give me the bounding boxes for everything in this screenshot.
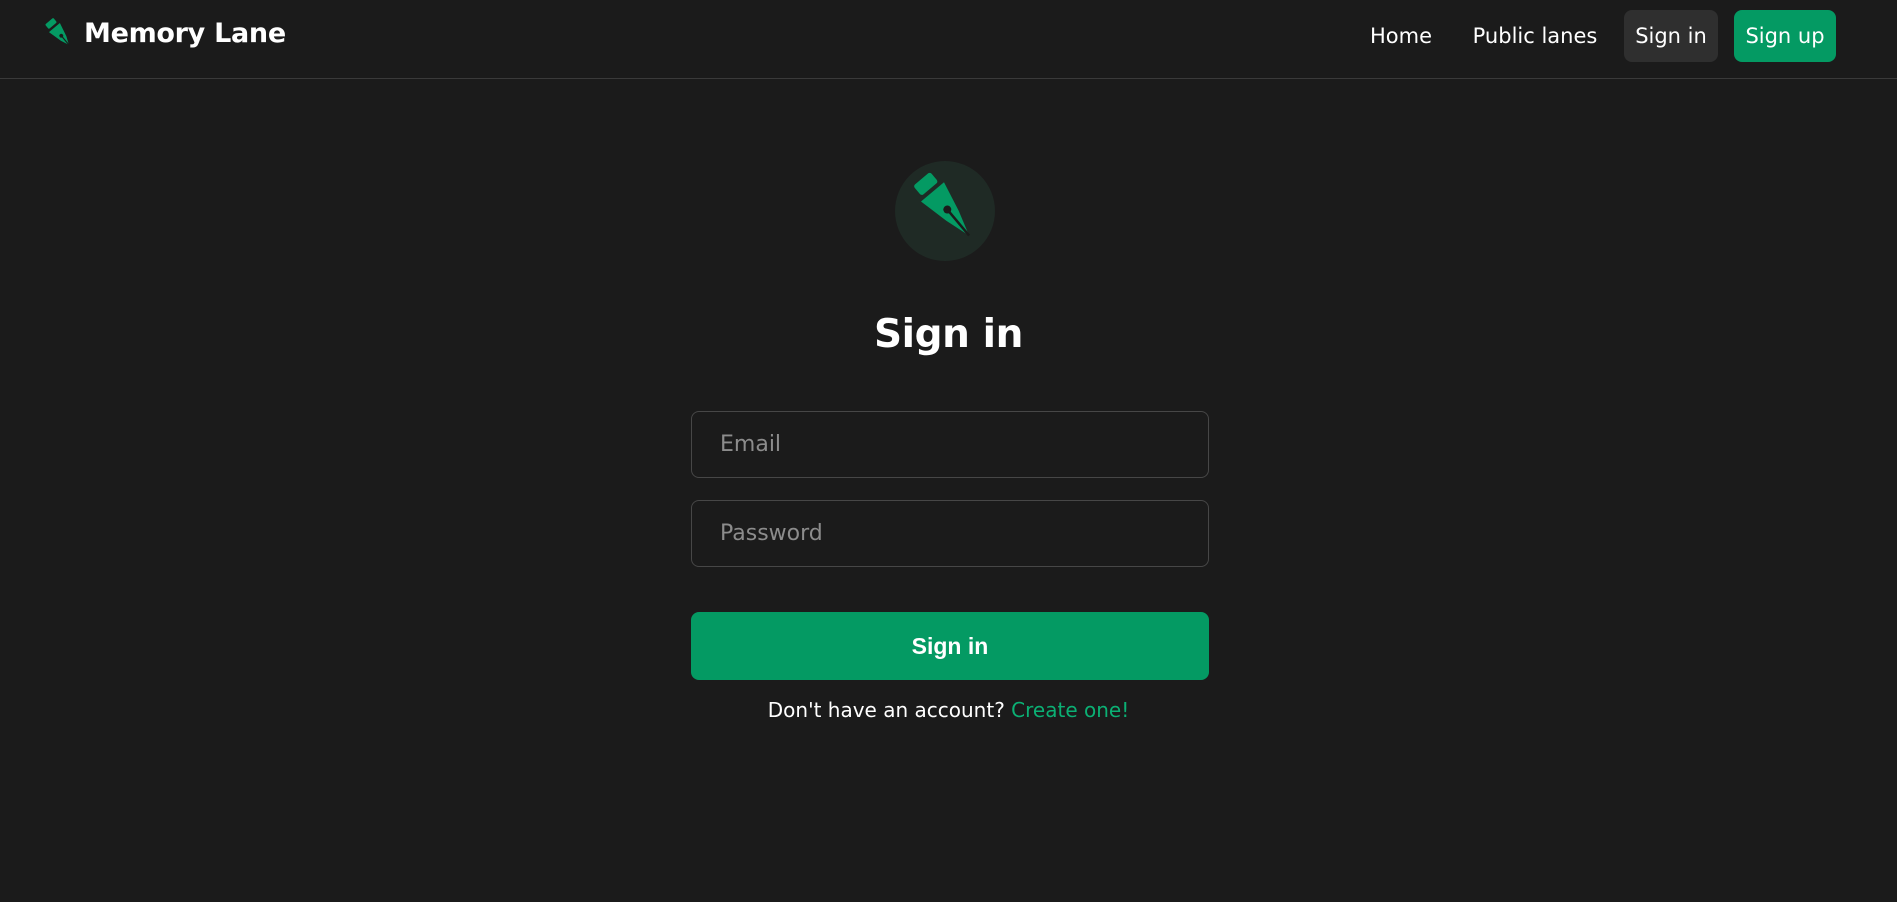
password-field[interactable] bbox=[691, 500, 1209, 567]
sign-in-button[interactable]: Sign in bbox=[691, 612, 1209, 680]
page-title: Sign in bbox=[873, 312, 1024, 357]
nav-sign-up-button[interactable]: Sign up bbox=[1734, 10, 1836, 62]
no-account-text: Don't have an account? bbox=[767, 698, 1005, 722]
pen-nib-icon bbox=[45, 18, 70, 46]
nav-public-lanes-link[interactable]: Public lanes bbox=[1466, 10, 1604, 62]
nav-sign-in-button[interactable]: Sign in bbox=[1624, 10, 1718, 62]
create-account-link[interactable]: Create one! bbox=[1011, 698, 1129, 722]
logo-badge bbox=[894, 160, 998, 264]
pen-nib-icon bbox=[914, 172, 971, 237]
brand-link[interactable]: Memory Lane bbox=[40, 13, 286, 53]
brand-name: Memory Lane bbox=[84, 17, 286, 49]
signup-prompt: Don't have an account? Create one! bbox=[0, 698, 1897, 722]
top-navbar: Memory Lane Home Public lanes Sign in Si… bbox=[0, 0, 1897, 79]
email-field[interactable] bbox=[691, 411, 1209, 478]
nav-home-link[interactable]: Home bbox=[1362, 10, 1440, 62]
